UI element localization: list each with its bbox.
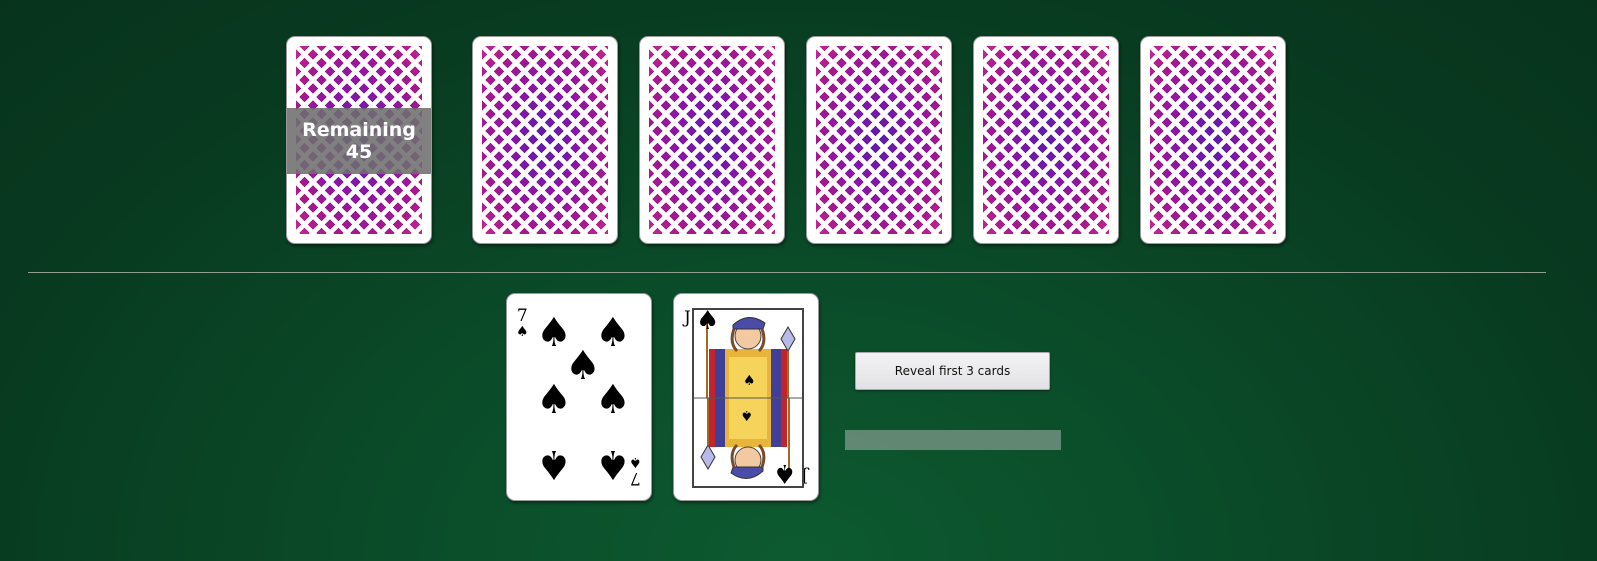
remaining-label: Remaining	[302, 119, 416, 141]
face-down-card-2[interactable]	[639, 36, 785, 244]
player-card-seven-of-spades[interactable]: 7 ♠ 7 ♠ ♠ ♠ ♠ ♠ ♠ ♠ ♠	[506, 293, 652, 501]
card-back-pattern	[1150, 46, 1276, 234]
face-down-card-3[interactable]	[806, 36, 952, 244]
spade-suit-icon: ♠	[772, 458, 796, 488]
remaining-overlay: Remaining 45	[287, 108, 431, 174]
status-message-bar	[845, 430, 1061, 450]
table-divider	[28, 272, 1546, 273]
player-card-jack-of-spades[interactable]: J J ♠ ♠ ♠ ♠	[673, 293, 819, 501]
reveal-first-3-cards-button[interactable]: Reveal first 3 cards	[855, 352, 1050, 390]
card-back-pattern	[482, 46, 608, 234]
card-corner-bottom: 7 ♠	[629, 454, 642, 488]
spade-pip-icon: ♠	[595, 441, 631, 487]
card-back-pattern	[816, 46, 942, 234]
svg-text:♠: ♠	[743, 373, 756, 389]
card-back-pattern	[649, 46, 775, 234]
card-corner-top: J	[684, 308, 691, 328]
card-back-pattern	[983, 46, 1109, 234]
remaining-count: 45	[345, 141, 373, 163]
spade-suit-icon: ♠	[696, 306, 720, 336]
face-down-card-1[interactable]	[472, 36, 618, 244]
card-corner-top: 7 ♠	[516, 306, 529, 341]
spade-pip-icon: ♠	[595, 377, 631, 423]
deck-pile[interactable]: Remaining 45	[286, 36, 432, 244]
spade-pip-icon: ♠	[536, 377, 572, 423]
face-down-card-5[interactable]	[1140, 36, 1286, 244]
svg-text:♠: ♠	[740, 407, 753, 423]
spade-pip-icon: ♠	[536, 441, 572, 487]
face-down-card-4[interactable]	[973, 36, 1119, 244]
